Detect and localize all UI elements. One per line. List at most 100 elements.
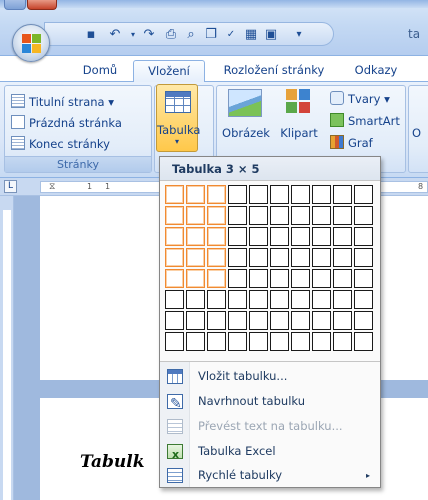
table-grid-cell[interactable] (249, 290, 268, 309)
table-grid-cell[interactable] (249, 332, 268, 351)
tab-insert[interactable]: Vložení (133, 60, 205, 82)
table-grid-cell[interactable] (165, 248, 184, 267)
page-break-button[interactable]: Konec stránky (11, 135, 110, 153)
clipart-icon[interactable] (286, 89, 312, 113)
spelling-icon[interactable]: ✓ (223, 27, 239, 43)
table-grid-cell[interactable] (333, 185, 352, 204)
insert-table-item[interactable]: Vložit tabulku... (160, 364, 380, 389)
table-grid-cell[interactable] (249, 269, 268, 288)
cover-page-button[interactable]: Titulní strana ▾ (11, 93, 114, 111)
table-grid-cell[interactable] (228, 248, 247, 267)
table-grid-cell[interactable] (186, 332, 205, 351)
blank-page-button[interactable]: Prázdná stránka (11, 114, 122, 132)
table-grid-cell[interactable] (249, 248, 268, 267)
table-grid-cell[interactable] (207, 227, 226, 246)
table-grid-cell[interactable] (354, 311, 373, 330)
table-grid-cell[interactable] (165, 185, 184, 204)
table-grid-cell[interactable] (249, 311, 268, 330)
smartart-button[interactable]: SmartArt (330, 112, 400, 130)
close-button[interactable] (27, 0, 57, 10)
quick-tables-item[interactable]: Rychlé tabulky ▸ (160, 463, 380, 488)
table-grid-cell[interactable] (207, 248, 226, 267)
table-grid-cell[interactable] (312, 311, 331, 330)
table-grid-cell[interactable] (354, 332, 373, 351)
tab-selector[interactable]: L (4, 180, 17, 193)
chart-button[interactable]: Graf (330, 134, 373, 152)
table-grid-cell[interactable] (228, 332, 247, 351)
table-grid-cell[interactable] (186, 248, 205, 267)
table-grid-cell[interactable] (291, 332, 310, 351)
table-grid-cell[interactable] (312, 269, 331, 288)
table-grid-cell[interactable] (333, 227, 352, 246)
table-grid-cell[interactable] (333, 248, 352, 267)
table-grid-cell[interactable] (165, 290, 184, 309)
table-grid-cell[interactable] (312, 332, 331, 351)
table-grid-cell[interactable] (207, 269, 226, 288)
table-grid-cell[interactable] (291, 185, 310, 204)
table-grid-cell[interactable] (312, 290, 331, 309)
undo-dropdown-icon[interactable]: ▾ (125, 27, 141, 43)
table-grid-cell[interactable] (333, 332, 352, 351)
print-icon[interactable]: ⎙ (163, 27, 179, 43)
table-grid-cell[interactable] (333, 206, 352, 225)
table-grid-cell[interactable] (270, 311, 289, 330)
table-grid-cell[interactable] (333, 269, 352, 288)
table-grid-cell[interactable] (186, 185, 205, 204)
tab-page-layout[interactable]: Rozložení stránky (210, 60, 338, 80)
table-grid-cell[interactable] (270, 290, 289, 309)
minimize-button[interactable] (4, 0, 26, 10)
indent-marker-icon[interactable]: ⧖ (49, 182, 55, 192)
table-grid-cell[interactable] (249, 206, 268, 225)
table-button[interactable]: Tabulka ▾ (156, 84, 200, 152)
table-grid-cell[interactable] (228, 206, 247, 225)
excel-table-item[interactable]: Tabulka Excel (160, 439, 380, 467)
draw-table-item[interactable]: Navrhnout tabulku (160, 389, 380, 417)
table-grid-cell[interactable] (186, 311, 205, 330)
table-grid-cell[interactable] (165, 311, 184, 330)
table-grid-cell[interactable] (291, 269, 310, 288)
table-grid-cell[interactable] (186, 269, 205, 288)
table-grid-cell[interactable] (207, 185, 226, 204)
table-grid-cell[interactable] (165, 269, 184, 288)
picture-icon[interactable] (228, 89, 262, 117)
table-grid-cell[interactable] (186, 227, 205, 246)
table-grid-cell[interactable] (333, 311, 352, 330)
redo-icon[interactable]: ↷ (141, 27, 157, 43)
undo-icon[interactable]: ↶ (107, 27, 123, 43)
table-grid-cell[interactable] (312, 185, 331, 204)
table-grid-cell[interactable] (354, 248, 373, 267)
table-grid-cell[interactable] (312, 248, 331, 267)
table-grid-cell[interactable] (291, 227, 310, 246)
table-grid-cell[interactable] (207, 206, 226, 225)
links-group-partial[interactable]: O (412, 124, 421, 142)
table-grid-cell[interactable] (228, 311, 247, 330)
table-grid-cell[interactable] (270, 332, 289, 351)
table-grid-cell[interactable] (165, 227, 184, 246)
table-grid-cell[interactable] (354, 269, 373, 288)
table-grid-cell[interactable] (207, 290, 226, 309)
table-grid-cell[interactable] (165, 206, 184, 225)
window-view-icon[interactable]: ▣ (263, 27, 279, 43)
table-grid-cell[interactable] (312, 206, 331, 225)
table-grid-cell[interactable] (207, 311, 226, 330)
copy-icon[interactable]: ❐ (203, 27, 219, 43)
tab-references[interactable]: Odkazy (340, 60, 412, 80)
customize-toolbar-icon[interactable]: ▾ (291, 27, 307, 43)
save-icon[interactable]: ▪ (83, 27, 99, 43)
table-grid-cell[interactable] (270, 206, 289, 225)
table-grid-cell[interactable] (228, 185, 247, 204)
table-grid-cell[interactable] (228, 269, 247, 288)
tab-home[interactable]: Domů (68, 60, 132, 80)
table-grid-cell[interactable] (165, 332, 184, 351)
table-grid-cell[interactable] (312, 227, 331, 246)
table-grid-cell[interactable] (291, 311, 310, 330)
table-grid-cell[interactable] (207, 332, 226, 351)
print-preview-icon[interactable]: ⌕ (183, 27, 199, 43)
table-grid-cell[interactable] (228, 227, 247, 246)
table-grid-cell[interactable] (354, 227, 373, 246)
table-grid-cell[interactable] (333, 290, 352, 309)
table-grid-cell[interactable] (228, 290, 247, 309)
table-grid-cell[interactable] (354, 290, 373, 309)
table-grid-cell[interactable] (270, 248, 289, 267)
table-grid-cell[interactable] (249, 227, 268, 246)
